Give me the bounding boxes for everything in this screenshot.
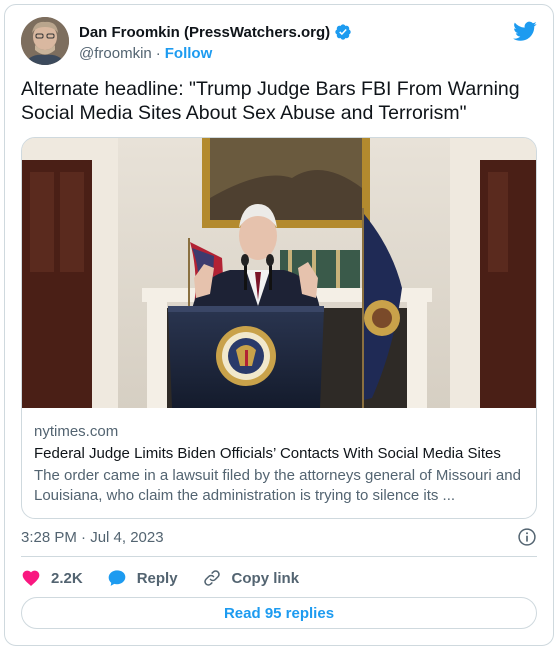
link-icon <box>203 570 220 586</box>
tweet-text: Alternate headline: "Trump Judge Bars FB… <box>21 78 520 124</box>
like-button[interactable]: 2.2K <box>21 568 83 588</box>
tweet-card: Dan Froomkin (PressWatchers.org) @froomk… <box>4 4 554 646</box>
handle-row: @froomkin · Follow <box>79 45 212 62</box>
twitter-bird-icon[interactable] <box>513 19 537 43</box>
tweet-timestamp[interactable]: 3:28 PM · Jul 4, 2023 <box>21 529 164 546</box>
copy-link-label: Copy link <box>231 569 300 587</box>
like-count: 2.2K <box>51 569 83 587</box>
card-description: The order came in a lawsuit filed by the… <box>34 467 521 504</box>
info-icon[interactable] <box>517 527 537 547</box>
card-title[interactable]: Federal Judge Limits Biden Officials’ Co… <box>34 444 524 464</box>
card-meta: nytimes.com Federal Judge Limits Biden O… <box>34 422 524 506</box>
card-domain: nytimes.com <box>34 423 119 440</box>
verified-badge-icon <box>335 24 351 40</box>
card-image[interactable] <box>22 138 537 408</box>
author-handle[interactable]: @froomkin <box>79 45 152 62</box>
separator-dot: · <box>155 45 161 62</box>
speech-bubble-icon <box>108 570 126 586</box>
copy-link-button[interactable]: Copy link <box>202 568 300 588</box>
read-replies-button[interactable]: Read 95 replies <box>21 597 537 629</box>
heart-icon <box>22 570 40 586</box>
reply-button[interactable]: Reply <box>107 568 178 588</box>
author-name[interactable]: Dan Froomkin (PressWatchers.org) <box>79 23 352 41</box>
reply-label: Reply <box>136 569 178 587</box>
avatar[interactable] <box>21 17 69 65</box>
divider <box>21 556 537 557</box>
author-name-text[interactable]: Dan Froomkin (PressWatchers.org) <box>79 24 330 41</box>
action-bar: 2.2K Reply Copy link <box>21 566 323 590</box>
link-preview-card[interactable]: nytimes.com Federal Judge Limits Biden O… <box>21 137 537 519</box>
follow-button[interactable]: Follow <box>165 45 213 62</box>
